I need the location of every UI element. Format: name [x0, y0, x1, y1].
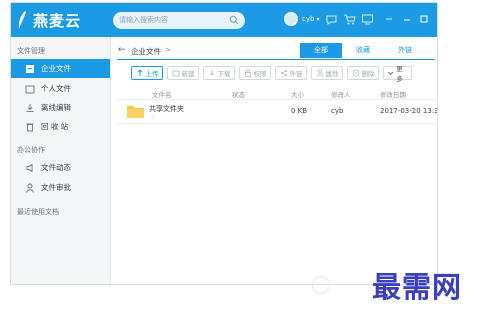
delete-icon	[352, 69, 359, 77]
sidebar-recent-docs[interactable]: 最近使用文档	[17, 207, 59, 217]
watermark-text: 最需网	[372, 270, 463, 304]
sidebar-item-label: 个人文件	[41, 84, 71, 93]
user-menu[interactable]: cyb ▾	[284, 12, 319, 26]
star-icon[interactable]: ☆	[149, 113, 155, 121]
back-arrow-icon[interactable]: ←	[118, 45, 126, 55]
person-icon	[316, 69, 323, 77]
watermark-circle	[312, 276, 330, 294]
permissions-label: 权限	[253, 70, 267, 78]
trash-icon	[26, 123, 34, 131]
folder-icon	[127, 106, 144, 118]
chat-icon[interactable]	[325, 13, 338, 26]
file-modified-date: 2017-03-20 13:35:36	[380, 107, 438, 115]
sidebar-section-office: 办公协作	[17, 146, 45, 154]
column-size[interactable]: 大小	[291, 89, 304, 99]
oat-leaf-icon	[18, 11, 26, 29]
table-row[interactable]: 共享文件夹 ☆ 0 KB cyb 2017-03-20 13:35:36	[117, 100, 438, 124]
delete-label: 删除	[361, 70, 375, 78]
download-icon	[26, 103, 34, 112]
new-label: 新建	[181, 70, 195, 78]
sidebar-item-label: 回 收 站	[41, 122, 69, 131]
properties-label: 属性	[325, 70, 339, 78]
title-bar: 燕麦云 请输入搜索内容 cyb ▾	[11, 3, 437, 37]
upload-button[interactable]: 上传	[131, 66, 163, 80]
chevron-down-icon	[388, 71, 394, 75]
app-name: 燕麦云	[33, 11, 82, 30]
scrollbar[interactable]	[437, 39, 438, 159]
breadcrumb-separator: >	[165, 46, 171, 54]
search-icon[interactable]	[229, 15, 239, 25]
download-label: 下载	[217, 70, 231, 78]
sidebar-item-enterprise-files[interactable]: 企业文件	[11, 59, 110, 78]
external-link-label: 外链	[289, 70, 303, 78]
chevron-down-icon[interactable]: ▾	[316, 16, 319, 23]
column-modified-date[interactable]: 修改日期	[380, 89, 406, 99]
avatar[interactable]	[284, 12, 298, 26]
app-logo: 燕麦云	[17, 9, 81, 31]
breadcrumb-current[interactable]: 企业文件	[131, 46, 161, 57]
share-icon	[280, 70, 287, 76]
delete-button[interactable]: 删除	[347, 66, 379, 80]
sidebar-item-label: 企业文件	[41, 64, 71, 73]
properties-button[interactable]: 属性	[311, 66, 343, 80]
sidebar-item-file-activity[interactable]: 文件动态	[11, 158, 110, 177]
search-box[interactable]: 请输入搜索内容	[113, 12, 245, 29]
sidebar-item-recycle-bin[interactable]: 回 收 站	[11, 117, 110, 136]
column-status[interactable]: 状态	[232, 89, 245, 99]
sidebar-section-files: 文件管理	[17, 47, 45, 55]
search-input[interactable]: 请输入搜索内容	[119, 15, 168, 25]
menu-icon[interactable]	[383, 13, 395, 25]
sidebar-item-offline-edit[interactable]: 离线编辑	[11, 98, 110, 117]
table-header: 文件名 状态 大小 修改人 修改日期	[117, 87, 435, 100]
file-toolbar: 上传 新建 下载 权限 外链 属性 删除 更多	[131, 65, 416, 83]
download-button[interactable]: 下载	[203, 66, 235, 80]
maximize-icon[interactable]	[418, 13, 430, 25]
tab-all[interactable]: 全部	[300, 43, 342, 58]
person-icon	[26, 183, 34, 193]
tab-external-links[interactable]: 外链	[384, 43, 426, 58]
view-tabs: 全部 收藏 外链	[300, 43, 426, 59]
lock-icon	[244, 69, 251, 77]
sidebar-item-file-approval[interactable]: 文件审批	[11, 178, 110, 197]
username[interactable]: cyb	[302, 15, 314, 23]
file-size: 0 KB	[291, 107, 308, 115]
cart-icon[interactable]	[343, 13, 356, 26]
permissions-button[interactable]: 权限	[239, 66, 271, 80]
new-folder-icon	[172, 70, 179, 77]
sidebar-item-label: 离线编辑	[41, 103, 71, 112]
upload-label: 上传	[145, 70, 159, 78]
main-panel: ← 企业文件 > 全部 收藏 外链 上传 新建 下载 权限 外链 属性 删除 更…	[111, 37, 438, 284]
more-label: 更多	[396, 65, 403, 83]
sidebar-item-label: 文件动态	[41, 163, 71, 172]
folder-icon	[25, 85, 35, 93]
tab-underline	[117, 59, 435, 60]
app-window: 燕麦云 请输入搜索内容 cyb ▾ 文件管理 企业文件 个人文件 离线编辑 回 …	[10, 2, 438, 285]
new-button[interactable]: 新建	[167, 66, 199, 80]
broadcast-icon	[26, 163, 33, 172]
column-modifier[interactable]: 修改人	[331, 89, 351, 99]
more-button[interactable]: 更多	[383, 65, 412, 83]
sidebar-item-label: 文件审批	[41, 183, 71, 192]
monitor-icon[interactable]	[361, 13, 374, 26]
minimize-icon[interactable]	[401, 13, 413, 25]
upload-icon	[137, 69, 142, 76]
sidebar: 文件管理 企业文件 个人文件 离线编辑 回 收 站 办公协作 文件动态 文件审批…	[11, 37, 111, 284]
enterprise-icon	[26, 64, 34, 73]
file-modifier: cyb	[331, 107, 344, 115]
column-filename[interactable]: 文件名	[152, 89, 172, 99]
tab-favorites[interactable]: 收藏	[342, 43, 384, 58]
external-link-button[interactable]: 外链	[275, 66, 307, 80]
download-icon	[209, 70, 214, 76]
sidebar-item-personal-files[interactable]: 个人文件	[11, 79, 110, 98]
